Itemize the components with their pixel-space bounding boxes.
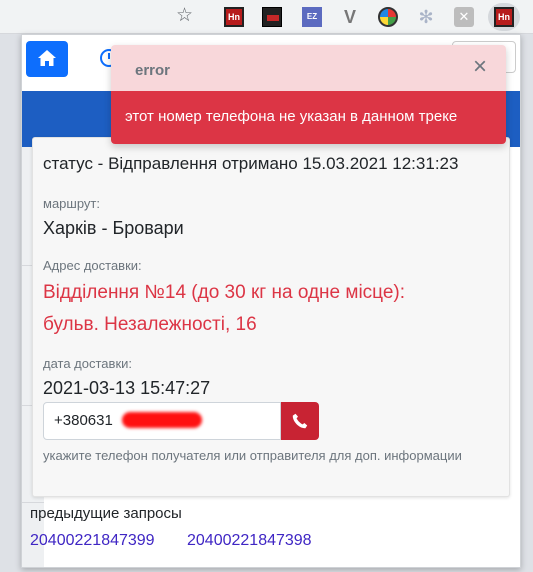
browser-toolbar: ☆ Hn EZ V ✻ ✕ Hn — [0, 0, 533, 34]
bookmark-star-icon[interactable]: ☆ — [176, 5, 196, 26]
gear-extension-icon[interactable]: ✻ — [416, 7, 436, 27]
address-label: Адрес доставки: — [43, 258, 142, 273]
delivery-date-label: дата доставки: — [43, 356, 133, 371]
route-value: Харків - Бровари — [43, 218, 184, 238]
previous-request-link[interactable]: 20400221847399 — [30, 532, 155, 550]
status-text: статус - Відправлення отримано 15.03.202… — [43, 154, 459, 173]
toast-header: error × — [111, 45, 506, 91]
close-extension-icon[interactable]: ✕ — [454, 7, 474, 27]
v-extension-icon[interactable]: V — [340, 7, 360, 27]
call-button[interactable] — [281, 402, 319, 440]
tracking-card: статус - Відправлення отримано 15.03.202… — [32, 137, 510, 497]
phone-input[interactable]: +380631 — [43, 402, 281, 440]
previous-request-link[interactable]: 20400221847398 — [187, 532, 312, 550]
phone-hint: укажите телефон получателя или отправите… — [43, 448, 462, 463]
address-line-2: бульв. Незалежності, 16 — [43, 314, 257, 335]
address-line-1: Відділення №14 (до 30 кг на одне місце): — [43, 282, 406, 303]
short-extension-icon[interactable] — [262, 7, 282, 27]
close-icon[interactable]: × — [468, 55, 492, 79]
hn-extension-icon[interactable]: Hn — [224, 7, 244, 27]
redaction-mark — [122, 412, 202, 428]
previous-requests-title: предыдущие запросы — [30, 505, 182, 522]
divider — [22, 502, 44, 503]
color-circle-extension-icon[interactable] — [378, 7, 398, 27]
ez-extension-icon[interactable]: EZ — [302, 7, 322, 27]
phone-input-value: +380631 — [54, 412, 113, 429]
error-toast: error × этот номер телефона не указан в … — [111, 45, 506, 144]
home-button[interactable] — [26, 41, 68, 77]
hn-active-extension-icon[interactable]: Hn — [494, 7, 514, 27]
toast-message: этот номер телефона не указан в данном т… — [125, 108, 458, 125]
route-label: маршрут: — [43, 196, 100, 211]
phone-icon — [292, 413, 308, 429]
toast-body: этот номер телефона не указан в данном т… — [111, 91, 506, 144]
toast-title: error — [135, 62, 171, 79]
home-icon — [38, 50, 56, 66]
delivery-date-value: 2021-03-13 15:47:27 — [43, 378, 211, 398]
